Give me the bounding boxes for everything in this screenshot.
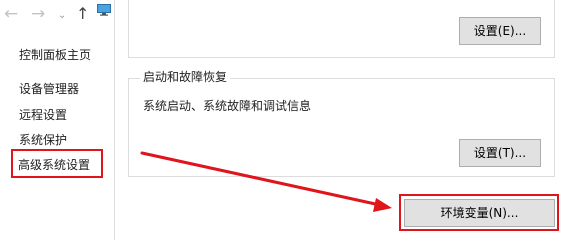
control-panel-home-link[interactable]: 控制面板主页 <box>19 48 91 62</box>
back-arrow-icon[interactable]: ← <box>4 4 18 24</box>
recent-locations-icon[interactable]: ⌄ <box>58 6 66 26</box>
sidebar-item-system-protection[interactable]: 系统保护 <box>19 133 67 147</box>
startup-recovery-description: 系统启动、系统故障和调试信息 <box>143 99 312 113</box>
navigation-bar: ← → ⌄ ↑ <box>0 0 114 30</box>
pane-divider <box>114 0 115 240</box>
advanced-settings-highlight-box <box>11 149 103 178</box>
up-arrow-icon[interactable]: ↑ <box>76 4 89 24</box>
sidebar-item-device-manager[interactable]: 设备管理器 <box>19 82 79 96</box>
settings-t-button[interactable]: 设置(T)... <box>459 139 541 167</box>
startup-recovery-title: 启动和故障恢复 <box>140 70 231 84</box>
computer-icon <box>97 4 111 16</box>
forward-arrow-icon[interactable]: → <box>31 4 45 24</box>
sidebar-item-remote-settings[interactable]: 远程设置 <box>19 108 67 122</box>
environment-variables-highlight-box <box>399 194 559 231</box>
settings-e-button[interactable]: 设置(E)... <box>459 17 541 45</box>
system-properties-window: ← → ⌄ ↑ 控制面板主页 设备管理器 远程设置 系统保护 高级系统设置 设置… <box>0 0 563 240</box>
